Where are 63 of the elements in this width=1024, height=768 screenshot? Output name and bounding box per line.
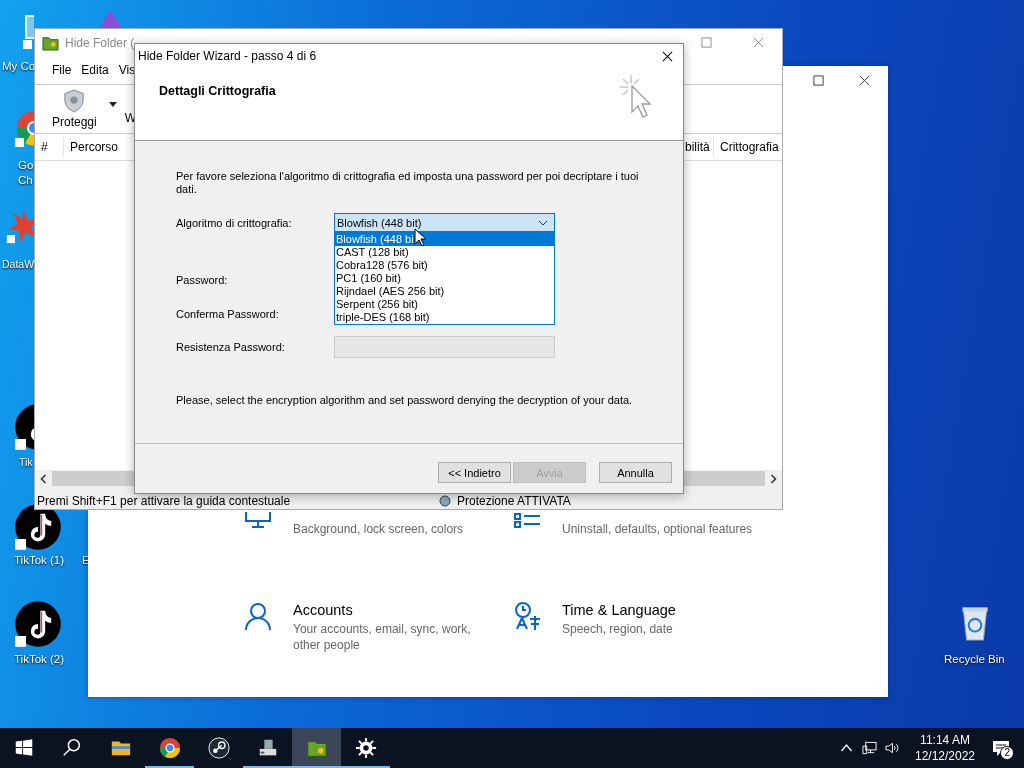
- dialog-title: Hide Folder Wizard - passo 4 di 6: [138, 49, 317, 63]
- clock-time: 11:14 AM: [920, 732, 970, 748]
- icon-label: Tik: [19, 455, 33, 470]
- tile-description: Your accounts, email, sync, work, other people: [293, 621, 472, 653]
- tile-description: Speech, region, date: [562, 621, 674, 637]
- protect-button[interactable]: Proteggi: [48, 89, 101, 129]
- person-icon[interactable]: [243, 601, 273, 631]
- starburst-icon[interactable]: [6, 208, 34, 244]
- field-label: Password:: [176, 274, 229, 286]
- menu-item[interactable]: Vis: [118, 63, 136, 77]
- tile-description: Background, lock screen, colors: [293, 521, 465, 537]
- column-header[interactable]: Crittografia: [714, 137, 782, 157]
- clock-date: 12/12/2022: [914, 748, 976, 764]
- tile-description: Uninstall, defaults, optional features: [562, 521, 754, 537]
- tile-title[interactable]: Accounts: [293, 599, 493, 621]
- monitor-icon[interactable]: [243, 512, 273, 531]
- dropdown-option[interactable]: PC1 (160 bit): [335, 272, 554, 285]
- tile-title[interactable]: Time & Language: [562, 599, 762, 621]
- dropdown-option[interactable]: Cobra128 (576 bit): [335, 259, 554, 272]
- network-icon[interactable]: [862, 741, 877, 755]
- chevron-down-icon: [538, 219, 548, 226]
- list-icon[interactable]: [512, 512, 542, 531]
- field-label: Resistenza Password:: [176, 341, 286, 353]
- clock-letters-icon[interactable]: [512, 601, 542, 631]
- dropdown-option[interactable]: Blowfish (448 bi: [335, 233, 554, 246]
- column-header[interactable]: #: [35, 137, 64, 157]
- note-text: Please, select the encryption algorithm and set password denying the decryption of your data.: [176, 394, 634, 407]
- clock[interactable]: 11:14 AM 12/12/2022: [912, 732, 978, 764]
- status-text: Premi Shift+F1 per attivare la guida contestuale: [36, 494, 292, 509]
- icon-label: DataW: [2, 257, 35, 272]
- icon-label: TikTok (2): [14, 652, 65, 667]
- algorithm-dropdown[interactable]: Blowfish (448 bit): [334, 213, 555, 232]
- column-header[interactable]: bilità: [685, 137, 714, 157]
- dropdown-option[interactable]: Rijndael (AES 256 bit): [335, 285, 554, 298]
- steam-icon: [207, 737, 230, 759]
- dropdown-arrow-icon[interactable]: [108, 101, 117, 107]
- icon-label: Recycle Bin: [944, 652, 1005, 667]
- settings-icon: [354, 737, 377, 759]
- notification-badge: 2: [1000, 746, 1014, 760]
- maximize-icon[interactable]: [813, 75, 824, 86]
- dropdown-option[interactable]: triple-DES (168 bit): [335, 311, 554, 324]
- chrome-icon: [158, 737, 181, 759]
- icon-label: Go Ch: [18, 158, 35, 188]
- field-label: Conferma Password:: [176, 308, 280, 320]
- folder-key-icon: [42, 34, 59, 51]
- back-button[interactable]: << Indietro: [438, 462, 511, 483]
- dropdown-option[interactable]: Serpent (256 bit): [335, 298, 554, 311]
- dropdown-option[interactable]: CAST (128 bit): [335, 246, 554, 259]
- menu-item[interactable]: Edita: [81, 63, 109, 77]
- icon-label: E: [82, 553, 90, 568]
- cancel-button[interactable]: Annulla: [599, 462, 672, 483]
- icon-label: TikTok (1): [14, 553, 65, 568]
- instruction-text: Per favore seleziona l'algoritmo di crittografia ed imposta una password per poi decriptare i tuoi dati.: [176, 170, 640, 196]
- shield-icon: [63, 89, 86, 113]
- menu-item[interactable]: File: [52, 63, 72, 77]
- close-icon[interactable]: [662, 50, 673, 62]
- status-text: Protezione ATTIVATA: [457, 494, 571, 509]
- field-label: Algoritmo di crittografia:: [176, 216, 293, 229]
- page-heading: Dettagli Crittografia: [159, 84, 276, 100]
- window-title: Hide Folder (: [65, 35, 135, 50]
- shield-icon: [439, 495, 451, 507]
- speaker-icon[interactable]: [885, 741, 900, 755]
- close-icon[interactable]: [859, 75, 870, 86]
